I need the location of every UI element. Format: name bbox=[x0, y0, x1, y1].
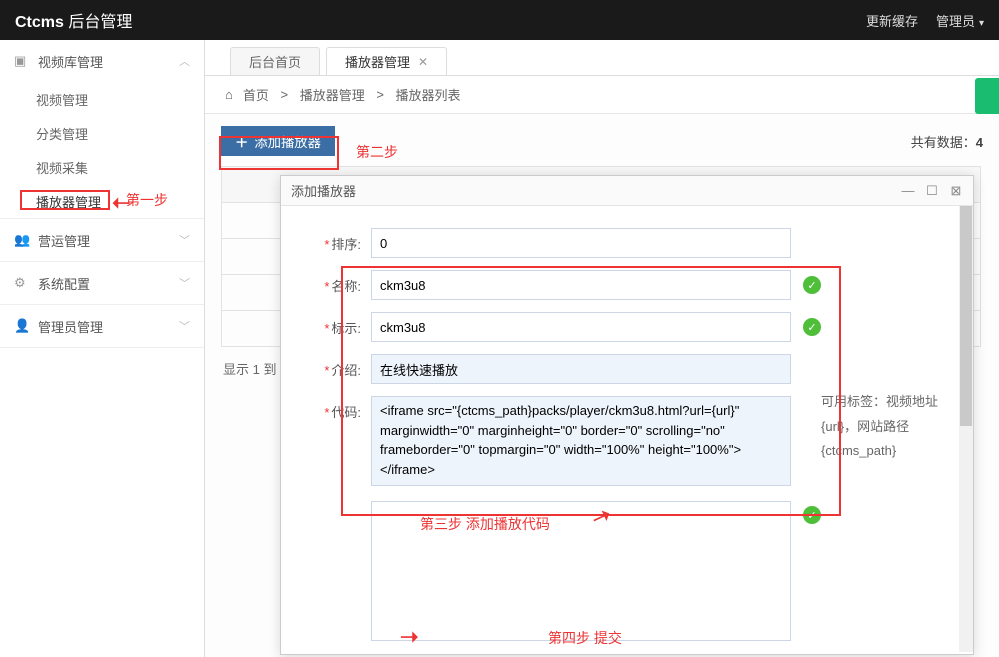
camera-icon: ▣ bbox=[14, 53, 30, 69]
modal-body: *排序: *名称: ✓ *标示: ✓ *介绍: *代码: bbox=[281, 206, 959, 654]
breadcrumb: ⌂ 首页 > 播放器管理 > 播放器列表 bbox=[205, 76, 999, 114]
home-icon: ⌂ bbox=[225, 87, 233, 102]
sidebar-group-admins[interactable]: 👤 管理员管理 ﹀ bbox=[0, 305, 204, 347]
brand-rest: 后台管理 bbox=[64, 14, 132, 31]
row-sort: *排序: bbox=[281, 222, 959, 264]
gear-icon: ⚙ bbox=[14, 275, 30, 291]
person-icon: 👤 bbox=[14, 318, 30, 334]
row-name: *名称: ✓ bbox=[281, 264, 959, 306]
sidebar-group-operation[interactable]: 👥 营运管理 ﹀ bbox=[0, 219, 204, 261]
row-code-extra bbox=[281, 495, 959, 650]
chevron-down-icon: ﹀ bbox=[179, 275, 190, 291]
app-logo: Ctcms 后台管理 bbox=[15, 8, 132, 32]
total-count: 共有数据：4 bbox=[911, 132, 983, 151]
add-player-button[interactable]: ＋ 添加播放器 bbox=[221, 126, 335, 156]
admin-menu[interactable]: 管理员▾ bbox=[936, 11, 984, 30]
green-action-button[interactable] bbox=[975, 78, 999, 114]
sidebar-item-collect[interactable]: 视频采集 bbox=[0, 150, 204, 184]
code-extra-textarea[interactable] bbox=[371, 501, 791, 641]
modal-title-text: 添加播放器 bbox=[291, 181, 356, 200]
modal-scrollbar[interactable] bbox=[959, 206, 973, 652]
code-hint-text: 可用标签：视频地址 {url}，网站路径 {ctcms_path} bbox=[821, 390, 941, 464]
add-label: 添加播放器 bbox=[254, 132, 321, 151]
add-player-modal: 添加播放器 — ☐ ⊠ *排序: *名称: ✓ *标示: ✓ bbox=[280, 175, 974, 655]
check-ok-icon: ✓ bbox=[803, 318, 821, 336]
sidebar-item-video-manage[interactable]: 视频管理 bbox=[0, 82, 204, 116]
row-sign: *标示: ✓ bbox=[281, 306, 959, 348]
breadcrumb-home[interactable]: 首页 bbox=[243, 85, 269, 104]
chevron-down-icon: ﹀ bbox=[179, 232, 190, 248]
minimize-icon[interactable]: — bbox=[901, 184, 915, 198]
code-textarea[interactable]: <iframe src="{ctcms_path}packs/player/ck… bbox=[371, 396, 791, 486]
sort-input[interactable] bbox=[371, 228, 791, 258]
sidebar-group-video[interactable]: ▣ 视频库管理 ︿ bbox=[0, 40, 204, 82]
sidebar: ▣ 视频库管理 ︿ 视频管理 分类管理 视频采集 播放器管理 👥 营运管理 ﹀ … bbox=[0, 40, 205, 657]
refresh-cache-link[interactable]: 更新缓存 bbox=[866, 11, 918, 30]
plus-icon: ＋ bbox=[235, 132, 248, 151]
app-header: Ctcms 后台管理 更新缓存 管理员▾ bbox=[0, 0, 999, 40]
sidebar-label: 营运管理 bbox=[38, 231, 90, 250]
brand-bold: Ctcms bbox=[15, 14, 64, 31]
tab-home[interactable]: 后台首页 bbox=[230, 47, 320, 75]
sidebar-group-system[interactable]: ⚙ 系统配置 ﹀ bbox=[0, 262, 204, 304]
check-ok-icon: ✓ bbox=[803, 276, 821, 294]
tab-label: 播放器管理 bbox=[345, 52, 410, 71]
intro-input[interactable] bbox=[371, 354, 791, 384]
sidebar-label: 管理员管理 bbox=[38, 317, 103, 336]
scrollbar-thumb[interactable] bbox=[960, 206, 972, 426]
breadcrumb-current: 播放器列表 bbox=[396, 85, 461, 104]
chevron-up-icon: ︿ bbox=[179, 53, 190, 69]
name-input[interactable] bbox=[371, 270, 791, 300]
row-intro: *介绍: bbox=[281, 348, 959, 390]
maximize-icon[interactable]: ☐ bbox=[925, 184, 939, 198]
toolbar: ＋ 添加播放器 共有数据：4 bbox=[205, 114, 999, 166]
modal-titlebar[interactable]: 添加播放器 — ☐ ⊠ bbox=[281, 176, 973, 206]
sidebar-item-player-manage[interactable]: 播放器管理 bbox=[0, 184, 204, 218]
sidebar-label: 系统配置 bbox=[38, 274, 90, 293]
breadcrumb-section[interactable]: 播放器管理 bbox=[300, 85, 365, 104]
sidebar-item-category[interactable]: 分类管理 bbox=[0, 116, 204, 150]
tab-player-manage[interactable]: 播放器管理 ✕ bbox=[326, 47, 447, 75]
sidebar-label: 视频库管理 bbox=[38, 52, 103, 71]
row-code: *代码: <iframe src="{ctcms_path}packs/play… bbox=[281, 390, 959, 495]
chevron-down-icon: ▾ bbox=[979, 18, 984, 29]
tab-bar: 后台首页 播放器管理 ✕ bbox=[205, 40, 999, 76]
chevron-down-icon: ﹀ bbox=[179, 318, 190, 334]
users-icon: 👥 bbox=[14, 232, 30, 248]
close-icon[interactable]: ⊠ bbox=[949, 184, 963, 198]
sign-input[interactable] bbox=[371, 312, 791, 342]
close-icon[interactable]: ✕ bbox=[418, 55, 428, 69]
